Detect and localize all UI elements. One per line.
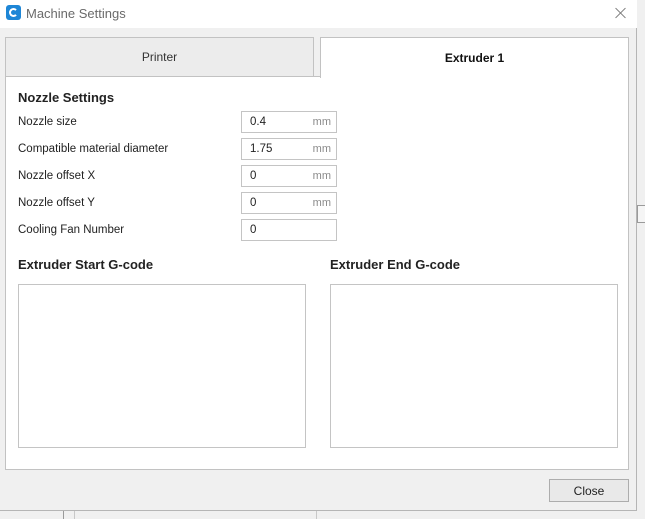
unit-label: mm — [312, 143, 331, 155]
nozzle-offset-y-value: 0 — [250, 197, 257, 209]
nozzle-offset-x-label: Nozzle offset X — [18, 170, 96, 182]
cooling-fan-number-input[interactable]: 0 — [241, 219, 337, 241]
nozzle-offset-y-input[interactable]: 0 mm — [241, 192, 337, 214]
nozzle-size-value: 0.4 — [250, 116, 266, 128]
nozzle-size-input[interactable]: 0.4 mm — [241, 111, 337, 133]
background-control — [637, 205, 645, 223]
material-diameter-value: 1.75 — [250, 143, 273, 155]
extruder-end-gcode-textarea[interactable] — [330, 284, 618, 448]
unit-label: mm — [312, 170, 331, 182]
close-button[interactable]: Close — [549, 479, 629, 502]
close-icon[interactable] — [612, 4, 630, 22]
machine-settings-dialog: Machine Settings Printer Extruder 1 Nozz… — [0, 0, 637, 511]
extruder-start-gcode-textarea[interactable] — [18, 284, 306, 448]
nozzle-offset-y-label: Nozzle offset Y — [18, 197, 95, 209]
close-button-label: Close — [573, 483, 605, 498]
tab-label: Extruder 1 — [444, 51, 505, 65]
cooling-fan-number-value: 0 — [250, 224, 257, 236]
nozzle-settings-heading: Nozzle Settings — [18, 90, 115, 105]
extruder-settings-panel: Nozzle Settings Nozzle size 0.4 mm Compa… — [5, 76, 629, 470]
window-title: Machine Settings — [26, 6, 126, 21]
cooling-fan-number-label: Cooling Fan Number — [18, 224, 125, 236]
unit-label: mm — [312, 197, 331, 209]
title-bar: Machine Settings — [0, 0, 637, 28]
cura-logo-icon — [6, 5, 21, 20]
material-diameter-input[interactable]: 1.75 mm — [241, 138, 337, 160]
nozzle-offset-x-input[interactable]: 0 mm — [241, 165, 337, 187]
unit-label: mm — [312, 116, 331, 128]
extruder-end-gcode-heading: Extruder End G-code — [330, 257, 461, 272]
tab-label: Printer — [141, 50, 178, 64]
extruder-start-gcode-heading: Extruder Start G-code — [18, 257, 154, 272]
nozzle-size-label: Nozzle size — [18, 116, 77, 128]
tab-printer[interactable]: Printer — [5, 37, 314, 77]
material-diameter-label: Compatible material diameter — [18, 143, 169, 155]
nozzle-offset-x-value: 0 — [250, 170, 257, 182]
tab-extruder-1[interactable]: Extruder 1 — [320, 37, 629, 78]
